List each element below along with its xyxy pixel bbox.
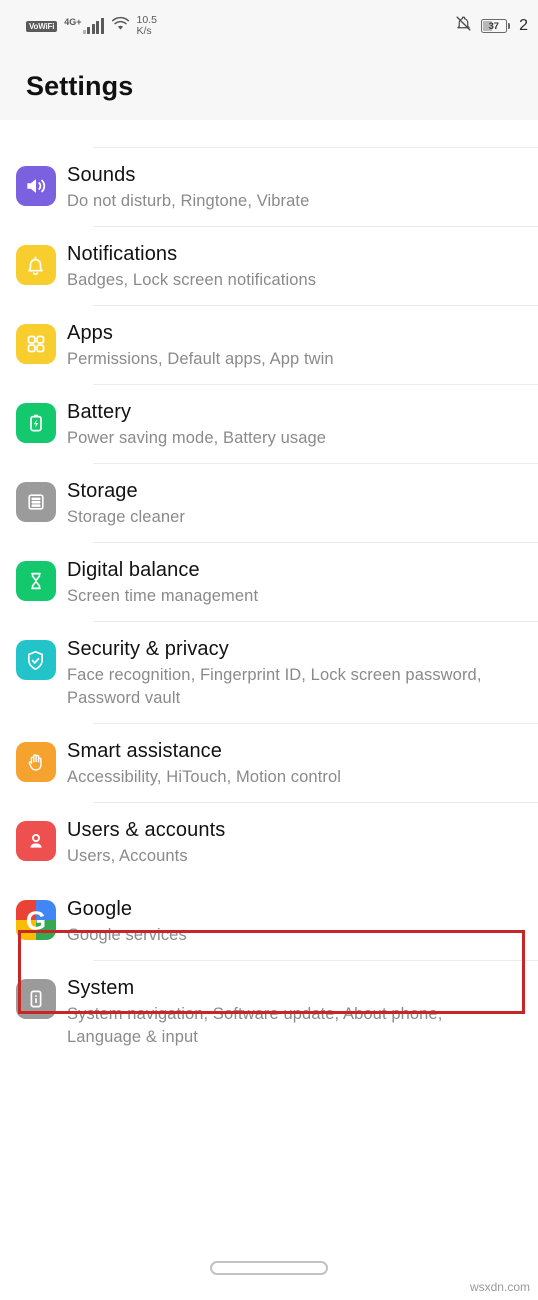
row-texts: Storage Storage cleaner	[67, 478, 520, 529]
row-icon-wrap	[0, 241, 67, 285]
gesture-nav-bar[interactable]	[0, 1245, 538, 1300]
row-subtitle: Badges, Lock screen notifications	[67, 271, 317, 289]
row-texts: Apps Permissions, Default apps, App twin	[67, 320, 520, 371]
row-texts: Battery Power saving mode, Battery usage	[67, 399, 520, 450]
row-texts: Smart assistance Accessibility, HiTouch,…	[67, 738, 520, 789]
page-title: Settings	[26, 70, 134, 101]
bell-icon	[15, 245, 56, 285]
data-speed-unit: K/s	[136, 25, 152, 37]
row-icon-wrap	[0, 738, 67, 782]
settings-row-digital-balance[interactable]: Digital balance Screen time management	[0, 543, 538, 622]
battery-bolt-icon	[15, 403, 56, 443]
page-header: Settings	[0, 52, 538, 120]
settings-list[interactable]: Sounds Do not disturb, Ringtone, Vibrate…	[0, 120, 538, 1245]
storage-stack-icon	[15, 482, 56, 522]
row-title: Storage	[67, 480, 138, 502]
watermark: wsxdn.com	[469, 1280, 530, 1294]
settings-row-users-accounts[interactable]: Users & accounts Users, Accounts	[0, 803, 538, 882]
row-subtitle: Face recognition, Fingerprint ID, Lock s…	[67, 666, 482, 707]
row-icon-wrap	[0, 817, 67, 861]
row-icon-wrap	[0, 320, 67, 364]
row-icon-wrap	[0, 636, 67, 680]
row-texts: Sounds Do not disturb, Ringtone, Vibrate	[67, 162, 520, 213]
row-texts: Notifications Badges, Lock screen notifi…	[67, 241, 520, 292]
shield-check-icon	[15, 640, 56, 680]
row-title: Apps	[67, 322, 113, 344]
clock-partial: 2	[519, 17, 528, 34]
mute-bell-icon	[455, 15, 472, 37]
row-subtitle: Google services	[67, 926, 187, 944]
row-title: Digital balance	[67, 559, 200, 581]
signal-bars-icon: 4G+	[64, 16, 104, 34]
battery-percent-label: 37	[488, 20, 499, 32]
row-subtitle: Permissions, Default apps, App twin	[67, 350, 334, 368]
row-texts: System System navigation, Software updat…	[67, 975, 520, 1049]
hourglass-icon	[15, 561, 56, 601]
status-bar: VoWiFi 4G+ 10.5 K/s 37 2	[0, 0, 538, 52]
list-item-cut-off[interactable]	[0, 120, 538, 148]
settings-row-google[interactable]: G Google Google services	[0, 882, 538, 961]
volte-badge: VoWiFi	[26, 20, 58, 32]
row-subtitle: System navigation, Software update, Abou…	[67, 1005, 443, 1046]
row-subtitle: Accessibility, HiTouch, Motion control	[67, 768, 342, 786]
row-title: Google	[67, 898, 133, 920]
status-bar-right: 37 2	[455, 15, 530, 37]
wifi-icon	[111, 16, 130, 36]
settings-row-storage[interactable]: Storage Storage cleaner	[0, 464, 538, 543]
phone-screen: VoWiFi 4G+ 10.5 K/s 37 2 Settings Sounds…	[0, 0, 538, 1300]
row-subtitle: Do not disturb, Ringtone, Vibrate	[67, 192, 310, 210]
row-subtitle: Users, Accounts	[67, 847, 188, 865]
row-texts: Users & accounts Users, Accounts	[67, 817, 520, 868]
row-icon-wrap	[0, 162, 67, 206]
row-title: Battery	[67, 401, 132, 423]
settings-row-system[interactable]: System System navigation, Software updat…	[0, 961, 538, 1063]
hand-icon	[15, 742, 56, 782]
status-bar-left: VoWiFi 4G+ 10.5 K/s	[26, 15, 157, 37]
phone-info-icon	[15, 979, 56, 1019]
user-person-icon	[15, 821, 56, 861]
row-title: System	[67, 977, 135, 999]
row-texts: Digital balance Screen time management	[67, 557, 520, 608]
row-subtitle: Power saving mode, Battery usage	[67, 429, 327, 447]
row-texts: Security & privacy Face recognition, Fin…	[67, 636, 520, 710]
grid-apps-icon	[15, 324, 56, 364]
row-icon-wrap	[0, 557, 67, 601]
settings-row-smart-assistance[interactable]: Smart assistance Accessibility, HiTouch,…	[0, 724, 538, 803]
settings-row-battery[interactable]: Battery Power saving mode, Battery usage	[0, 385, 538, 464]
settings-row-apps[interactable]: Apps Permissions, Default apps, App twin	[0, 306, 538, 385]
svg-text:G: G	[25, 906, 45, 936]
google-g-icon: G	[15, 900, 56, 940]
row-subtitle: Storage cleaner	[67, 508, 185, 526]
row-title: Notifications	[67, 243, 178, 265]
signal-bars-glyph	[82, 17, 104, 34]
row-subtitle: Screen time management	[67, 587, 259, 605]
settings-row-security-privacy[interactable]: Security & privacy Face recognition, Fin…	[0, 622, 538, 724]
row-texts: Google Google services	[67, 896, 520, 947]
row-title: Sounds	[67, 164, 136, 186]
home-gesture-pill[interactable]	[210, 1260, 328, 1275]
row-icon-wrap: G	[0, 896, 67, 940]
row-title: Users & accounts	[67, 819, 226, 841]
settings-row-notifications[interactable]: Notifications Badges, Lock screen notifi…	[0, 227, 538, 306]
network-type-label: 4G+	[64, 16, 82, 27]
row-title: Security & privacy	[67, 638, 229, 660]
battery-icon: 37	[480, 19, 511, 33]
row-icon-wrap	[0, 478, 67, 522]
row-icon-wrap	[0, 399, 67, 443]
speaker-icon	[15, 166, 56, 206]
data-speed-indicator: 10.5 K/s	[137, 15, 157, 37]
row-icon-wrap	[0, 975, 67, 1019]
settings-row-sounds[interactable]: Sounds Do not disturb, Ringtone, Vibrate	[0, 148, 538, 227]
row-title: Smart assistance	[67, 740, 222, 762]
